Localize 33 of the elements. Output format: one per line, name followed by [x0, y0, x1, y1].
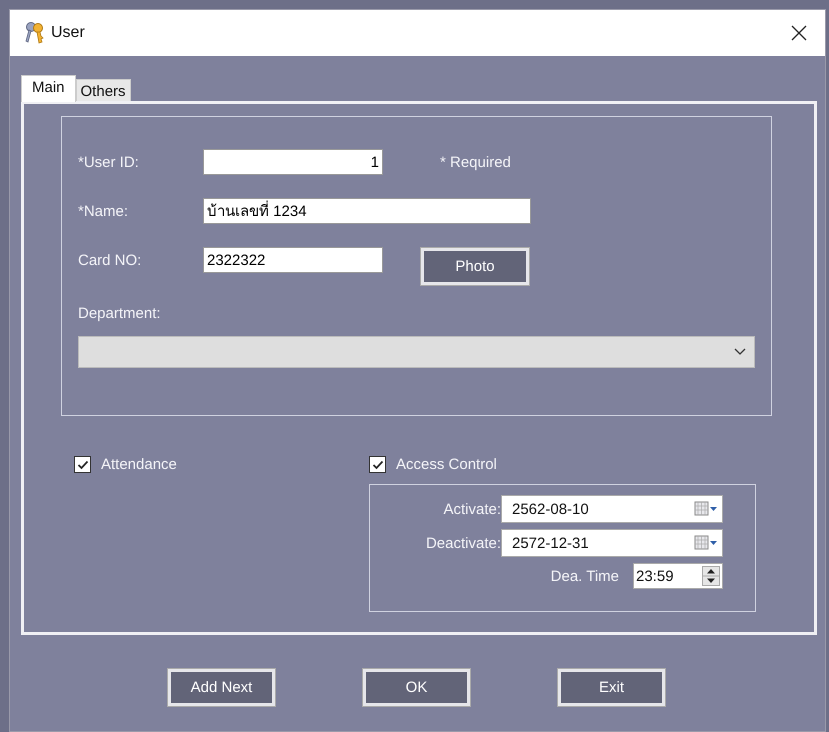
field-label: *User ID:: [78, 154, 140, 170]
dialog-button[interactable]: Add Next: [168, 669, 275, 706]
time-spinner[interactable]: 23:59: [633, 563, 723, 589]
dialog-button[interactable]: Exit: [558, 669, 665, 706]
checkbox[interactable]: [74, 456, 91, 473]
window-title: User: [51, 24, 86, 42]
close-icon[interactable]: [791, 25, 807, 41]
name-field[interactable]: บ้านเลขที่ 1234: [203, 198, 531, 224]
check-icon: [372, 458, 384, 470]
tab[interactable]: Main: [21, 75, 76, 102]
photo-button[interactable]: Photo: [421, 248, 529, 284]
chevron-down-icon: [734, 348, 746, 356]
calendar-icon: [694, 535, 718, 551]
date-picker[interactable]: 2562-08-10: [501, 495, 723, 523]
field-label: Deactivate:: [424, 534, 501, 552]
dialog-button[interactable]: OK: [363, 669, 470, 706]
checkbox-label: Attendance: [101, 456, 177, 473]
user-id-field[interactable]: 1: [203, 149, 383, 175]
card-number-field[interactable]: 2322322: [203, 247, 383, 273]
field-label: Department:: [78, 305, 162, 322]
field-label: Activate:: [442, 500, 501, 518]
tab[interactable]: Others: [76, 79, 131, 101]
field-label: Card NO:: [78, 252, 142, 268]
key-icon: [24, 21, 46, 45]
required-note: * Required: [440, 154, 511, 170]
checkbox-label: Access Control: [396, 456, 497, 473]
date-picker[interactable]: 2572-12-31: [501, 529, 723, 557]
field-label: *Name:: [78, 202, 130, 220]
checkbox[interactable]: [369, 456, 386, 473]
check-icon: [76, 458, 88, 470]
calendar-icon: [694, 501, 718, 517]
spinner-arrows-icon: [702, 566, 720, 586]
field-label: Dea. Time: [550, 568, 619, 584]
